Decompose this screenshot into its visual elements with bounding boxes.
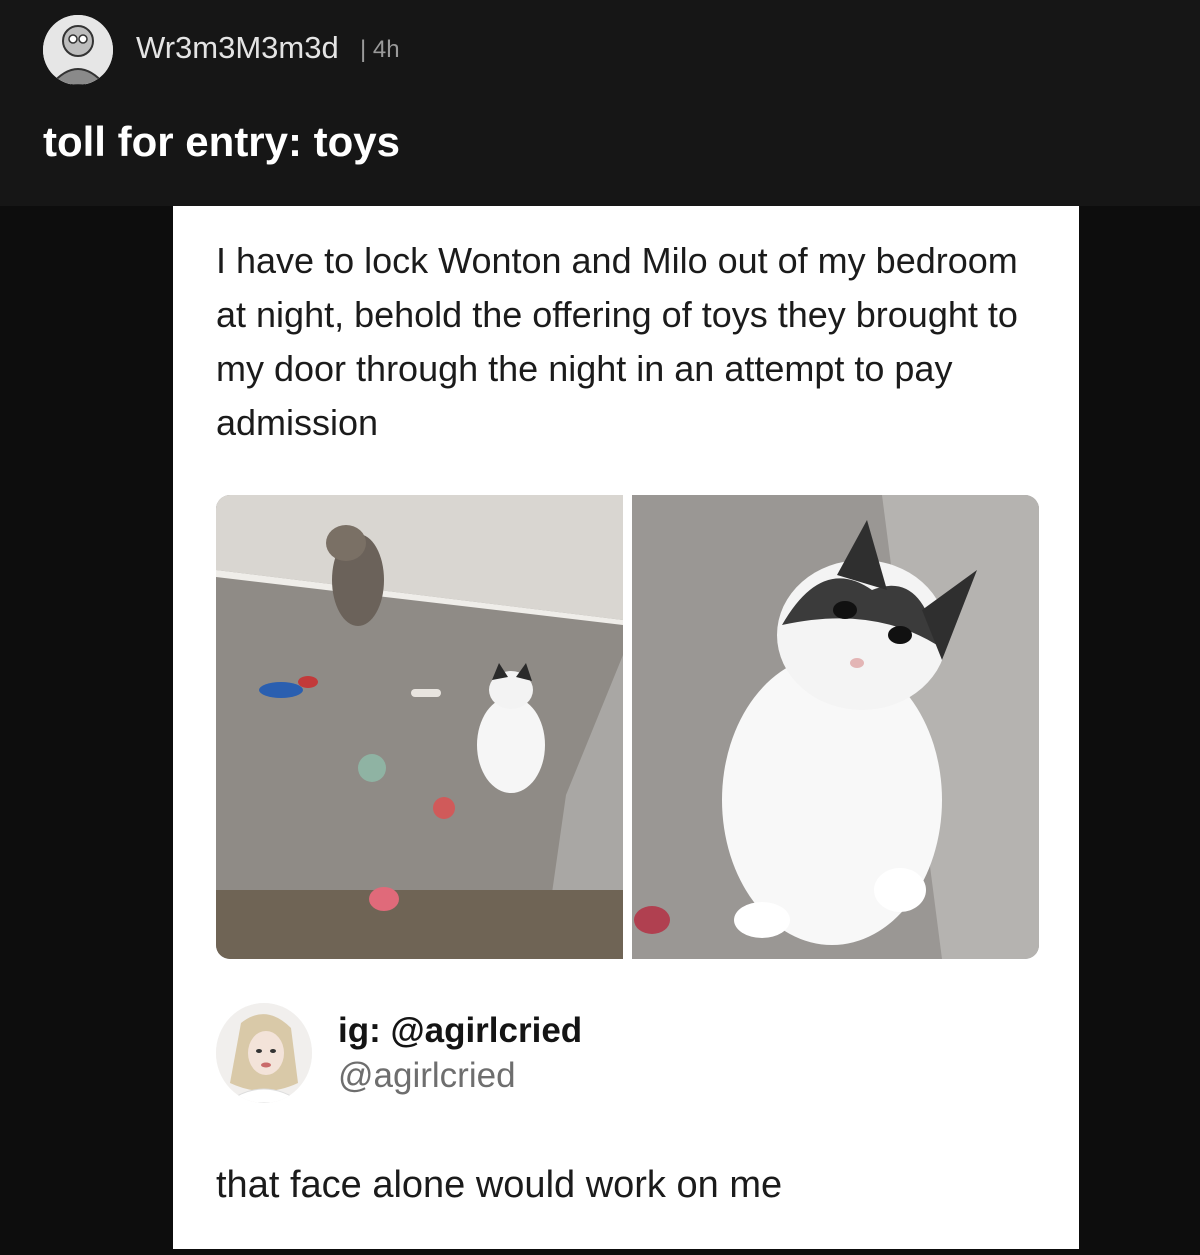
tweet-text: I have to lock Wonton and Milo out of my… [216,240,1018,443]
user-avatar[interactable] [43,15,113,85]
tweet-photos [216,495,1039,959]
author-avatar[interactable] [216,1003,312,1103]
username[interactable]: Wr3m3M3m3d [136,30,339,66]
post-age: | 4h [360,36,400,63]
cat-closeup-photo [632,495,1039,959]
author-name[interactable]: ig: @agirlcried [338,1011,582,1051]
post-image-card[interactable]: I have to lock Wonton and Milo out of my… [173,206,1079,1249]
reply-text: that face alone would work on me [216,1164,783,1206]
post-title[interactable]: toll for entry: toys [43,118,400,166]
cats-with-toys-photo [216,495,623,959]
post-header: Wr3m3M3m3d | 4h toll for entry: toys [0,0,1200,206]
author-handle[interactable]: @agirlcried [338,1056,516,1096]
